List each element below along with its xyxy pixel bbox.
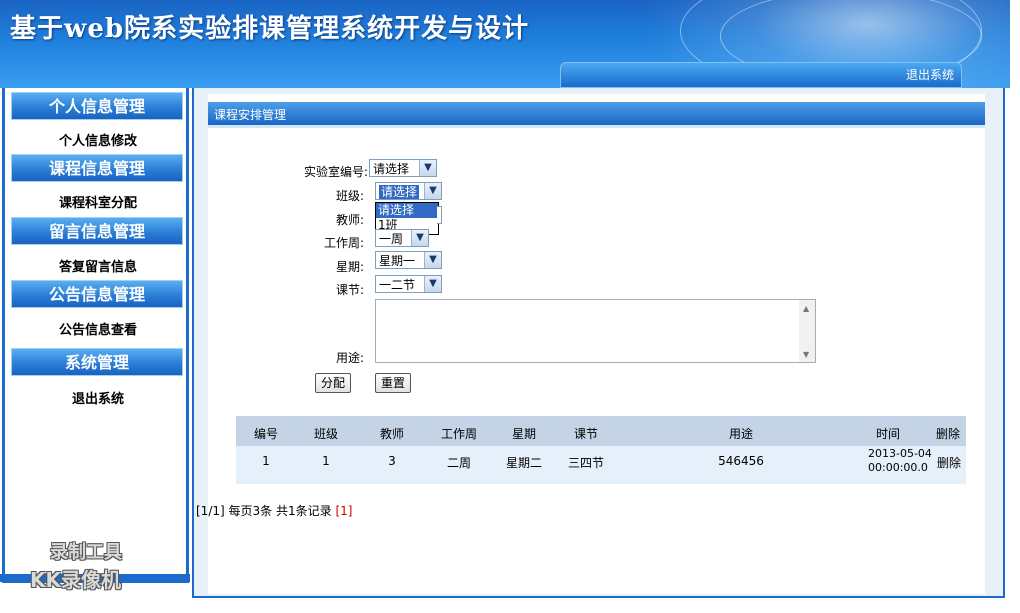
- cell-week: 二周: [446, 456, 471, 470]
- column-header: 时间: [875, 427, 900, 441]
- pager-page-link[interactable]: [1]: [335, 504, 352, 518]
- sidebar-section-notice[interactable]: 公告信息管理: [11, 280, 183, 308]
- teacher-label: 教师:: [335, 213, 364, 227]
- pager-total: 共1条记录: [275, 504, 332, 518]
- recorder-watermark: 录制工具: [50, 542, 122, 563]
- period-select-value: 一二节: [379, 278, 416, 292]
- period-select[interactable]: 一二节 ▼: [375, 275, 442, 293]
- scroll-up-icon: ▲: [803, 304, 810, 313]
- column-header: 删除: [935, 427, 960, 441]
- cell-teacher: 3: [388, 454, 396, 468]
- class-select-value: 请选择: [379, 185, 420, 199]
- column-header: 课节: [573, 427, 598, 441]
- chevron-down-icon: ▼: [419, 160, 436, 176]
- header-tab-bar: [560, 62, 962, 88]
- sidebar-section-course[interactable]: 课程信息管理: [11, 154, 183, 182]
- cell-time-date: 2013-05-04: [868, 447, 932, 460]
- week-select[interactable]: 一周 ▼: [375, 229, 429, 247]
- week-select-value: 一周: [379, 232, 404, 246]
- panel-title: 课程安排管理: [208, 102, 985, 128]
- column-header: 星期: [511, 427, 536, 441]
- header-banner: 基于web院系实验排课管理系统开发与设计: [0, 0, 1010, 88]
- chevron-down-icon: ▼: [411, 230, 428, 246]
- pager-per-page: 每页3条: [228, 504, 273, 518]
- sidebar: 个人信息管理 个人信息修改 课程信息管理 课程科室分配 留言信息管理 答复留言信…: [2, 88, 189, 583]
- sidebar-item-logout[interactable]: 退出系统: [13, 388, 183, 407]
- pager: [1/1] 每页3条 共1条记录 [1]: [196, 502, 352, 519]
- day-select[interactable]: 星期一 ▼: [375, 251, 442, 269]
- class-label: 班级:: [335, 189, 364, 203]
- sidebar-item-edit-profile[interactable]: 个人信息修改: [13, 130, 183, 149]
- table-row: 1 1 3 二周 星期二 三四节 546456 2013-05-04 00:00…: [236, 446, 966, 484]
- chevron-down-icon: ▼: [424, 252, 441, 268]
- lab-select[interactable]: 请选择 ▼: [369, 159, 437, 177]
- cell-id: 1: [262, 454, 270, 468]
- class-select[interactable]: 请选择 ▼: [375, 182, 442, 200]
- column-header: 教师: [379, 427, 404, 441]
- sidebar-section-system[interactable]: 系统管理: [11, 348, 183, 376]
- column-header: 班级: [313, 427, 338, 441]
- cell-class: 1: [322, 454, 330, 468]
- column-header: 用途: [728, 427, 753, 441]
- cell-purpose: 546456: [718, 454, 764, 468]
- recorder-watermark: KK录像机: [30, 568, 121, 592]
- sidebar-item-course-assign[interactable]: 课程科室分配: [13, 192, 183, 211]
- assign-button[interactable]: 分配: [315, 373, 351, 393]
- app-title: 基于web院系实验排课管理系统开发与设计: [10, 14, 530, 44]
- chevron-down-icon: ▼: [424, 183, 441, 199]
- scroll-down-icon: ▼: [803, 350, 810, 359]
- scrollbar[interactable]: ▲ ▼: [799, 300, 815, 362]
- week-label: 工作周:: [323, 236, 364, 250]
- lab-label: 实验室编号:: [303, 165, 368, 179]
- day-label: 星期:: [335, 260, 364, 274]
- sidebar-section-message[interactable]: 留言信息管理: [11, 217, 183, 245]
- purpose-textarea[interactable]: ▲ ▼: [375, 299, 816, 363]
- table-header-row: 编号 班级 教师 工作周 星期 课节 用途 时间 删除: [236, 416, 966, 446]
- pager-page-info: [1/1]: [196, 504, 225, 518]
- header-logout-link[interactable]: 退出系统: [906, 66, 954, 83]
- cell-day: 星期二: [505, 456, 542, 470]
- sidebar-item-reply-message[interactable]: 答复留言信息: [13, 256, 183, 275]
- sidebar-section-personal[interactable]: 个人信息管理: [11, 92, 183, 120]
- sidebar-item-view-notice[interactable]: 公告信息查看: [13, 319, 183, 338]
- dropdown-option[interactable]: 请选择: [376, 203, 438, 218]
- cell-time-clock: 00:00:00.0: [868, 461, 928, 474]
- column-header: 工作周: [440, 427, 477, 441]
- lab-select-value: 请选择: [373, 162, 410, 176]
- cell-period: 三四节: [567, 456, 604, 470]
- day-select-value: 星期一: [379, 254, 416, 268]
- chevron-down-icon: ▼: [424, 276, 441, 292]
- teacher-select[interactable]: [437, 206, 442, 224]
- column-header: 编号: [253, 427, 278, 441]
- reset-button[interactable]: 重置: [375, 373, 411, 393]
- purpose-label: 用途:: [335, 351, 364, 365]
- period-label: 课节:: [335, 283, 364, 297]
- delete-link[interactable]: 删除: [934, 454, 964, 471]
